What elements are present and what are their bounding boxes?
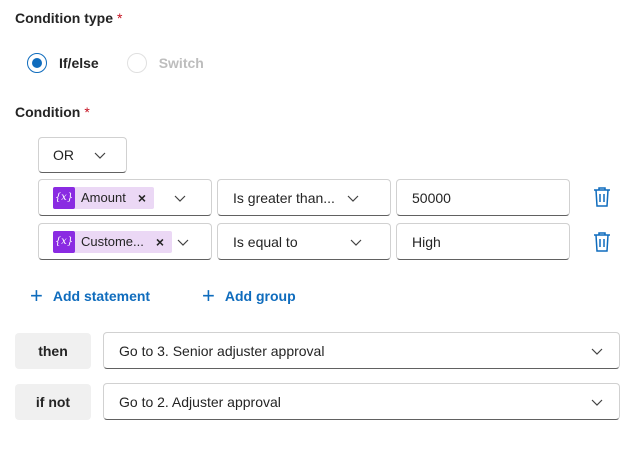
radio-if-else[interactable]	[27, 53, 47, 73]
operator-value: Is equal to	[233, 233, 298, 250]
add-statement-label: Add statement	[52, 288, 151, 304]
condition-label: Condition *	[15, 104, 90, 120]
chevron-down-icon	[350, 239, 362, 246]
delete-icon[interactable]	[592, 231, 612, 253]
else-tag: if not	[15, 384, 91, 420]
operator-dropdown-row-2[interactable]: Is equal to	[217, 223, 391, 260]
chevron-down-icon	[347, 195, 359, 202]
add-group-button[interactable]: + Add group	[202, 285, 296, 307]
variable-picker-row-2[interactable]: {x} Custome... ×	[38, 223, 212, 260]
remove-variable-button[interactable]: ×	[156, 234, 164, 250]
radio-switch-label[interactable]: Switch	[159, 55, 204, 71]
variable-icon: {x}	[53, 186, 75, 209]
plus-icon: +	[202, 283, 215, 308]
else-tag-label: if not	[35, 394, 71, 410]
then-tag-label: then	[38, 343, 68, 359]
add-group-label: Add group	[224, 288, 296, 304]
then-tag: then	[15, 333, 91, 369]
radio-selected-dot	[32, 58, 42, 68]
variable-token: {x} Amount ×	[53, 186, 154, 209]
chevron-down-icon	[591, 348, 603, 355]
remove-variable-button[interactable]: ×	[138, 190, 146, 206]
delete-icon[interactable]	[592, 186, 612, 208]
then-action-dropdown[interactable]: Go to 3. Senior adjuster approval	[103, 332, 620, 369]
operator-dropdown-row-1[interactable]: Is greater than...	[217, 179, 391, 216]
required-mark: *	[84, 104, 90, 120]
variable-picker-row-1[interactable]: {x} Amount ×	[38, 179, 212, 216]
variable-name: Amount	[81, 190, 126, 205]
then-action-value: Go to 3. Senior adjuster approval	[119, 342, 325, 359]
operator-value: Is greater than...	[233, 189, 335, 206]
variable-token: {x} Custome... ×	[53, 230, 173, 253]
else-action-value: Go to 2. Adjuster approval	[119, 393, 281, 410]
variable-name: Custome...	[81, 234, 144, 249]
add-statement-button[interactable]: + Add statement	[30, 285, 150, 307]
variable-icon: {x}	[53, 230, 75, 253]
condition-label-text: Condition	[15, 104, 81, 120]
condition-type-label: Condition type *	[15, 10, 122, 26]
logic-operator-value: OR	[53, 147, 74, 163]
condition-type-radio-group: If/else Switch	[27, 52, 204, 74]
chevron-down-icon	[174, 195, 186, 202]
value-text: High	[412, 233, 441, 250]
chevron-down-icon	[94, 152, 106, 159]
chevron-down-icon	[591, 399, 603, 406]
value-input-row-1[interactable]: 50000	[396, 179, 570, 216]
required-mark: *	[117, 10, 123, 26]
else-action-dropdown[interactable]: Go to 2. Adjuster approval	[103, 383, 620, 420]
chevron-down-icon	[177, 239, 189, 246]
condition-type-label-text: Condition type	[15, 10, 113, 26]
radio-if-else-label[interactable]: If/else	[59, 55, 99, 71]
radio-switch[interactable]	[126, 53, 147, 73]
value-text: 50000	[412, 189, 451, 206]
plus-icon: +	[30, 283, 43, 308]
logic-operator-dropdown[interactable]: OR	[38, 137, 127, 173]
value-input-row-2[interactable]: High	[396, 223, 570, 260]
